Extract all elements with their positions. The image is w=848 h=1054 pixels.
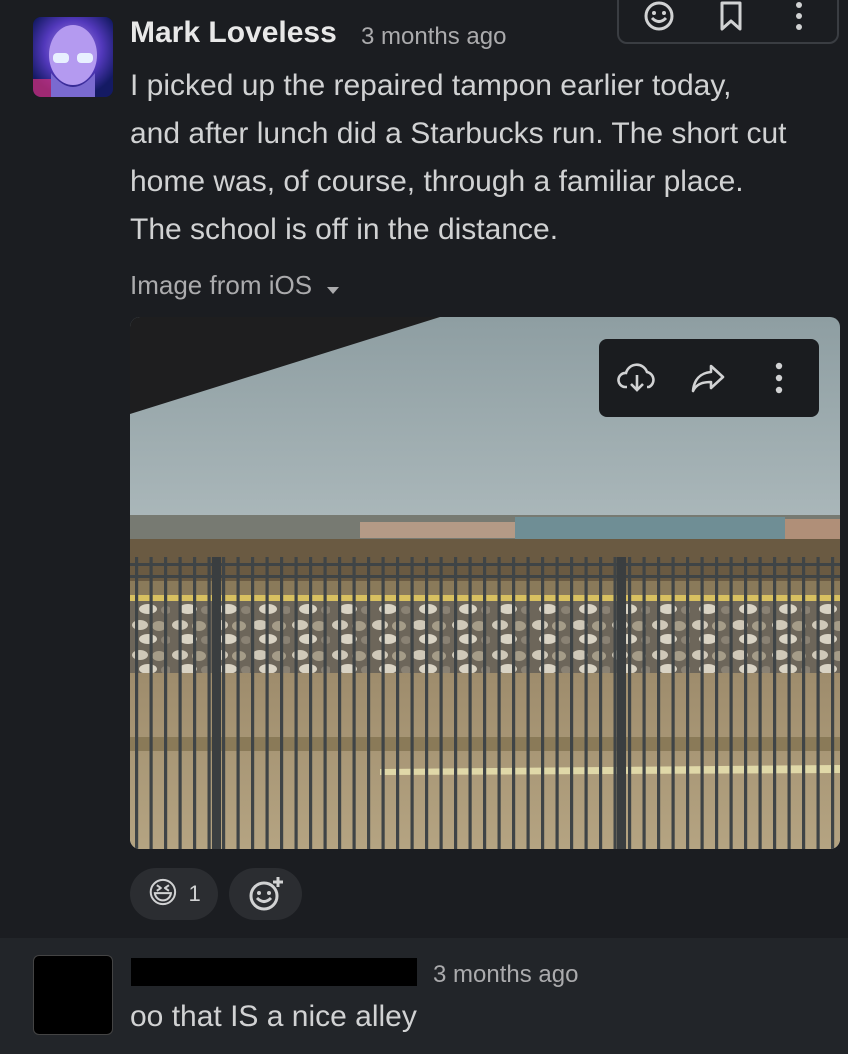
redacted-author-name: [131, 958, 417, 986]
share-icon[interactable]: [688, 358, 728, 398]
reaction-count: 1: [188, 881, 201, 906]
avatar[interactable]: [33, 955, 113, 1035]
message-line: and after lunch did a Starbucks run. The…: [130, 117, 787, 150]
reaction-pill[interactable]: 😆 1: [130, 868, 218, 920]
attachment-label-text: Image from iOS: [130, 270, 313, 300]
download-icon[interactable]: [617, 358, 657, 398]
caret-down-icon: [326, 272, 340, 303]
message-body: I picked up the repaired tampon earlier …: [130, 62, 848, 254]
more-actions-icon[interactable]: [779, 0, 819, 36]
add-emoji-icon: [249, 877, 283, 911]
more-icon[interactable]: [759, 358, 799, 398]
message-row: Mark Loveless 3 months ago I picked up t…: [0, 0, 848, 938]
author-name[interactable]: Mark Loveless: [130, 16, 337, 50]
message-line: I picked up the repaired tampon earlier …: [130, 69, 732, 102]
reply-row: [0, 938, 848, 1054]
message-line: The school is off in the distance.: [130, 213, 559, 246]
message-timestamp[interactable]: 3 months ago: [361, 23, 506, 51]
reply-timestamp[interactable]: 3 months ago: [433, 961, 578, 989]
add-reaction-button[interactable]: [229, 868, 302, 920]
image-actions-toolbar: [599, 339, 819, 417]
attachment-label[interactable]: Image from iOS: [130, 270, 340, 303]
reaction-emoji: 😆: [147, 877, 179, 910]
add-reaction-icon[interactable]: [639, 0, 679, 36]
reply-body: oo that IS a nice alley: [130, 1000, 417, 1033]
message-line: home was, of course, through a familiar …: [130, 165, 744, 198]
message-actions-toolbar: [617, 0, 839, 44]
bookmark-icon[interactable]: [711, 0, 751, 36]
avatar[interactable]: [33, 17, 113, 97]
